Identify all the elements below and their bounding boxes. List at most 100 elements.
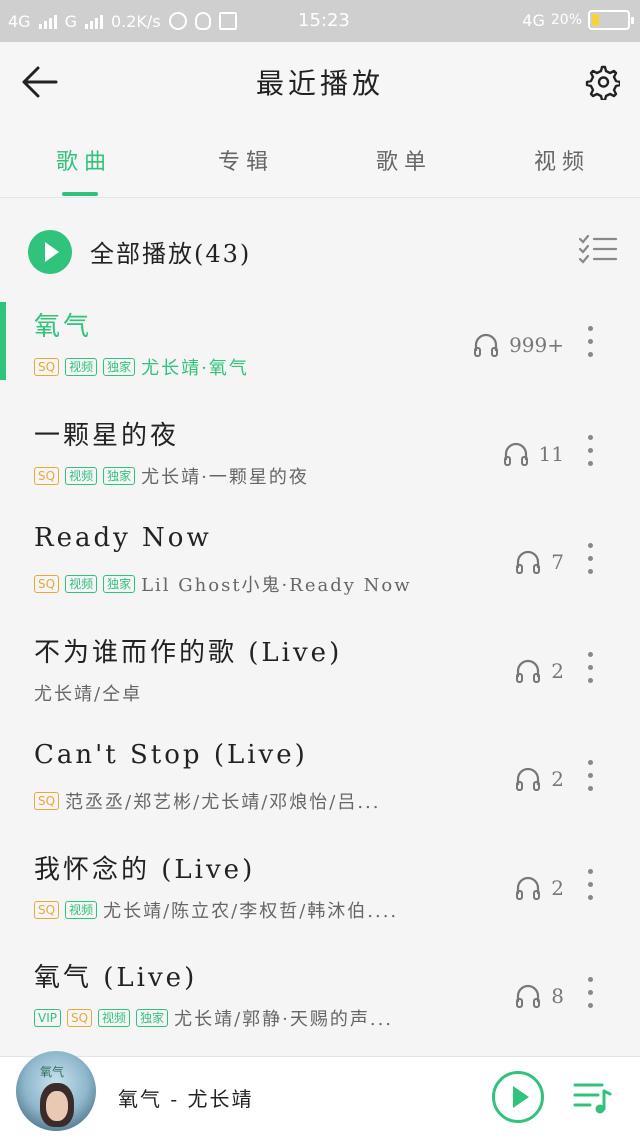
song-row[interactable]: Can't Stop (Live) SQ 范丞丞/郑艺彬/尤长靖/邓烺怡/吕... 2 [0,730,640,839]
song-row[interactable]: 一颗星的夜 SQ 视频 独家 尤长靖·一颗星的夜 11 [0,405,640,514]
song-meta: 尤长靖/仝卓 [34,680,142,706]
cover-text: 氧气 [40,1065,65,1079]
badge-video: 视频 [65,466,98,485]
song-title: Ready Now [34,523,212,553]
song-artist: 范丞丞/郑艺彬/尤长靖/邓烺怡/吕... [65,792,381,813]
song-artist: 尤长靖·氧气 [141,358,249,379]
speed-label: 0.2K/s [110,11,161,31]
play-count: 2 [515,766,564,792]
play-button[interactable] [492,1071,544,1123]
song-title: 我怀念的 (Live) [34,854,256,885]
headphones-icon [516,876,541,900]
song-artist: 尤长靖/陈立农/李权哲/韩沐伯.... [103,900,399,922]
song-title: Can't Stop (Live) [34,740,308,770]
badge-video: 视频 [65,900,98,919]
cover-face [46,1091,68,1121]
play-count: 11 [503,441,564,467]
song-row[interactable]: Ready Now SQ 视频 独家 Lil Ghost小鬼·Ready Now 7 [0,513,640,622]
song-row[interactable]: 氧气 SQ 视频 独家 尤长靖·氧气 999+ [0,296,640,405]
badge-video: 视频 [98,1009,131,1027]
song-list: 氧气 SQ 视频 独家 尤长靖·氧气 999+ 一颗星的夜 SQ 视频 独家 尤长靖·一颗星的夜 11… [0,296,640,1056]
clock: 15:23 [298,10,350,31]
album-cover[interactable]: 氧气 [16,1051,96,1131]
badge-sq: SQ [34,792,60,810]
play-count-value: 2 [551,875,564,900]
multi-select-icon[interactable] [578,234,618,264]
badge-excl: 独家 [103,575,136,593]
tab-bar: 歌曲 专辑 歌单 视频 [0,122,640,198]
network-label: 4G [8,11,31,31]
more-options-icon[interactable] [586,651,594,686]
badge-sq: SQ [34,358,60,376]
song-meta: SQ 视频 独家 尤长靖·氧气 [34,354,249,380]
tab-songs[interactable]: 歌曲 [56,144,112,176]
badge-excl: 独家 [103,358,136,376]
play-all-row[interactable]: 全部播放(43) [0,214,640,286]
song-row[interactable]: 氧气 (Live) VIP SQ 视频 独家 尤长靖/郭静·天赐的声... 8 [0,947,640,1056]
status-bar: 4G G 0.2K/s 15:23 4G 20% [0,0,640,42]
more-options-icon[interactable] [586,434,594,469]
play-count-value: 11 [538,441,564,466]
tab-playlists[interactable]: 歌单 [376,144,432,176]
signal2-icon [84,13,103,29]
play-count-value: 2 [551,767,564,791]
carrier2-label: G [64,11,77,31]
more-options-icon[interactable] [586,543,594,577]
qq-icon [194,12,211,30]
battery-percent: 20% [550,12,582,28]
song-meta: SQ 范丞丞/郑艺彬/尤长靖/邓烺怡/吕... [34,788,380,814]
song-title: 不为谁而作的歌 (Live) [34,637,343,668]
song-meta: SQ 视频 尤长靖/陈立农/李权哲/韩沐伯.... [34,897,398,923]
play-count: 999+ [473,332,564,358]
headphones-icon [474,333,499,357]
now-playing-title[interactable]: 氧气 - 尤长靖 [118,1083,253,1112]
more-options-icon[interactable] [586,977,594,1011]
badge-excl: 独家 [103,466,136,485]
play-count: 2 [515,658,564,684]
badge-sq: SQ [66,1009,93,1027]
headphones-icon [516,550,541,574]
more-options-icon[interactable] [586,868,594,903]
song-row[interactable]: 不为谁而作的歌 (Live) 尤长靖/仝卓 2 [0,622,640,731]
badge-sq: SQ [34,466,60,485]
page-title: 最近播放 [255,67,384,100]
song-meta: SQ 视频 独家 尤长靖·一颗星的夜 [34,463,309,489]
badge-video: 视频 [65,358,98,376]
badge-video: 视频 [65,575,98,593]
playing-indicator [0,302,6,380]
song-artist: Lil Ghost小鬼·Ready Now [141,575,412,596]
header: 最近播放 [0,42,640,122]
tab-videos[interactable]: 视频 [534,144,590,176]
badge-vip: VIP [34,1009,61,1027]
song-meta: SQ 视频 独家 Lil Ghost小鬼·Ready Now [34,571,412,597]
headphones-icon [516,767,541,791]
screenshot-icon [218,12,237,30]
song-title: 氧气 [34,312,93,342]
play-all-icon[interactable] [28,230,72,274]
more-options-icon[interactable] [586,326,594,360]
tab-indicator [62,192,98,196]
badge-sq: SQ [34,575,60,593]
more-options-icon[interactable] [586,760,594,794]
play-all-label: 全部播放(43) [90,240,252,268]
play-count-value: 999+ [509,333,564,357]
gear-icon[interactable] [584,64,620,100]
playlist-queue-icon[interactable] [572,1077,612,1117]
play-count: 7 [515,549,564,575]
play-count: 8 [515,983,564,1009]
song-row[interactable]: 我怀念的 (Live) SQ 视频 尤长靖/陈立农/李权哲/韩沐伯.... 2 [0,839,640,948]
play-count-value: 7 [551,550,564,574]
badge-excl: 独家 [136,1009,169,1027]
tab-albums[interactable]: 专辑 [218,144,274,176]
song-title: 氧气 (Live) [34,963,198,993]
headphones-icon [516,659,541,683]
headphones-icon [516,984,541,1008]
song-artist: 尤长靖·一颗星的夜 [141,466,309,488]
battery-icon [588,10,634,30]
song-title: 一颗星的夜 [34,420,180,451]
mini-player[interactable]: 氧气 氧气 - 尤长靖 [0,1051,640,1138]
play-count-value: 8 [551,984,564,1008]
song-meta: VIP SQ 视频 独家 尤长靖/郭静·天赐的声... [34,1005,393,1031]
badge-sq: SQ [34,900,60,919]
play-count: 2 [515,875,564,901]
